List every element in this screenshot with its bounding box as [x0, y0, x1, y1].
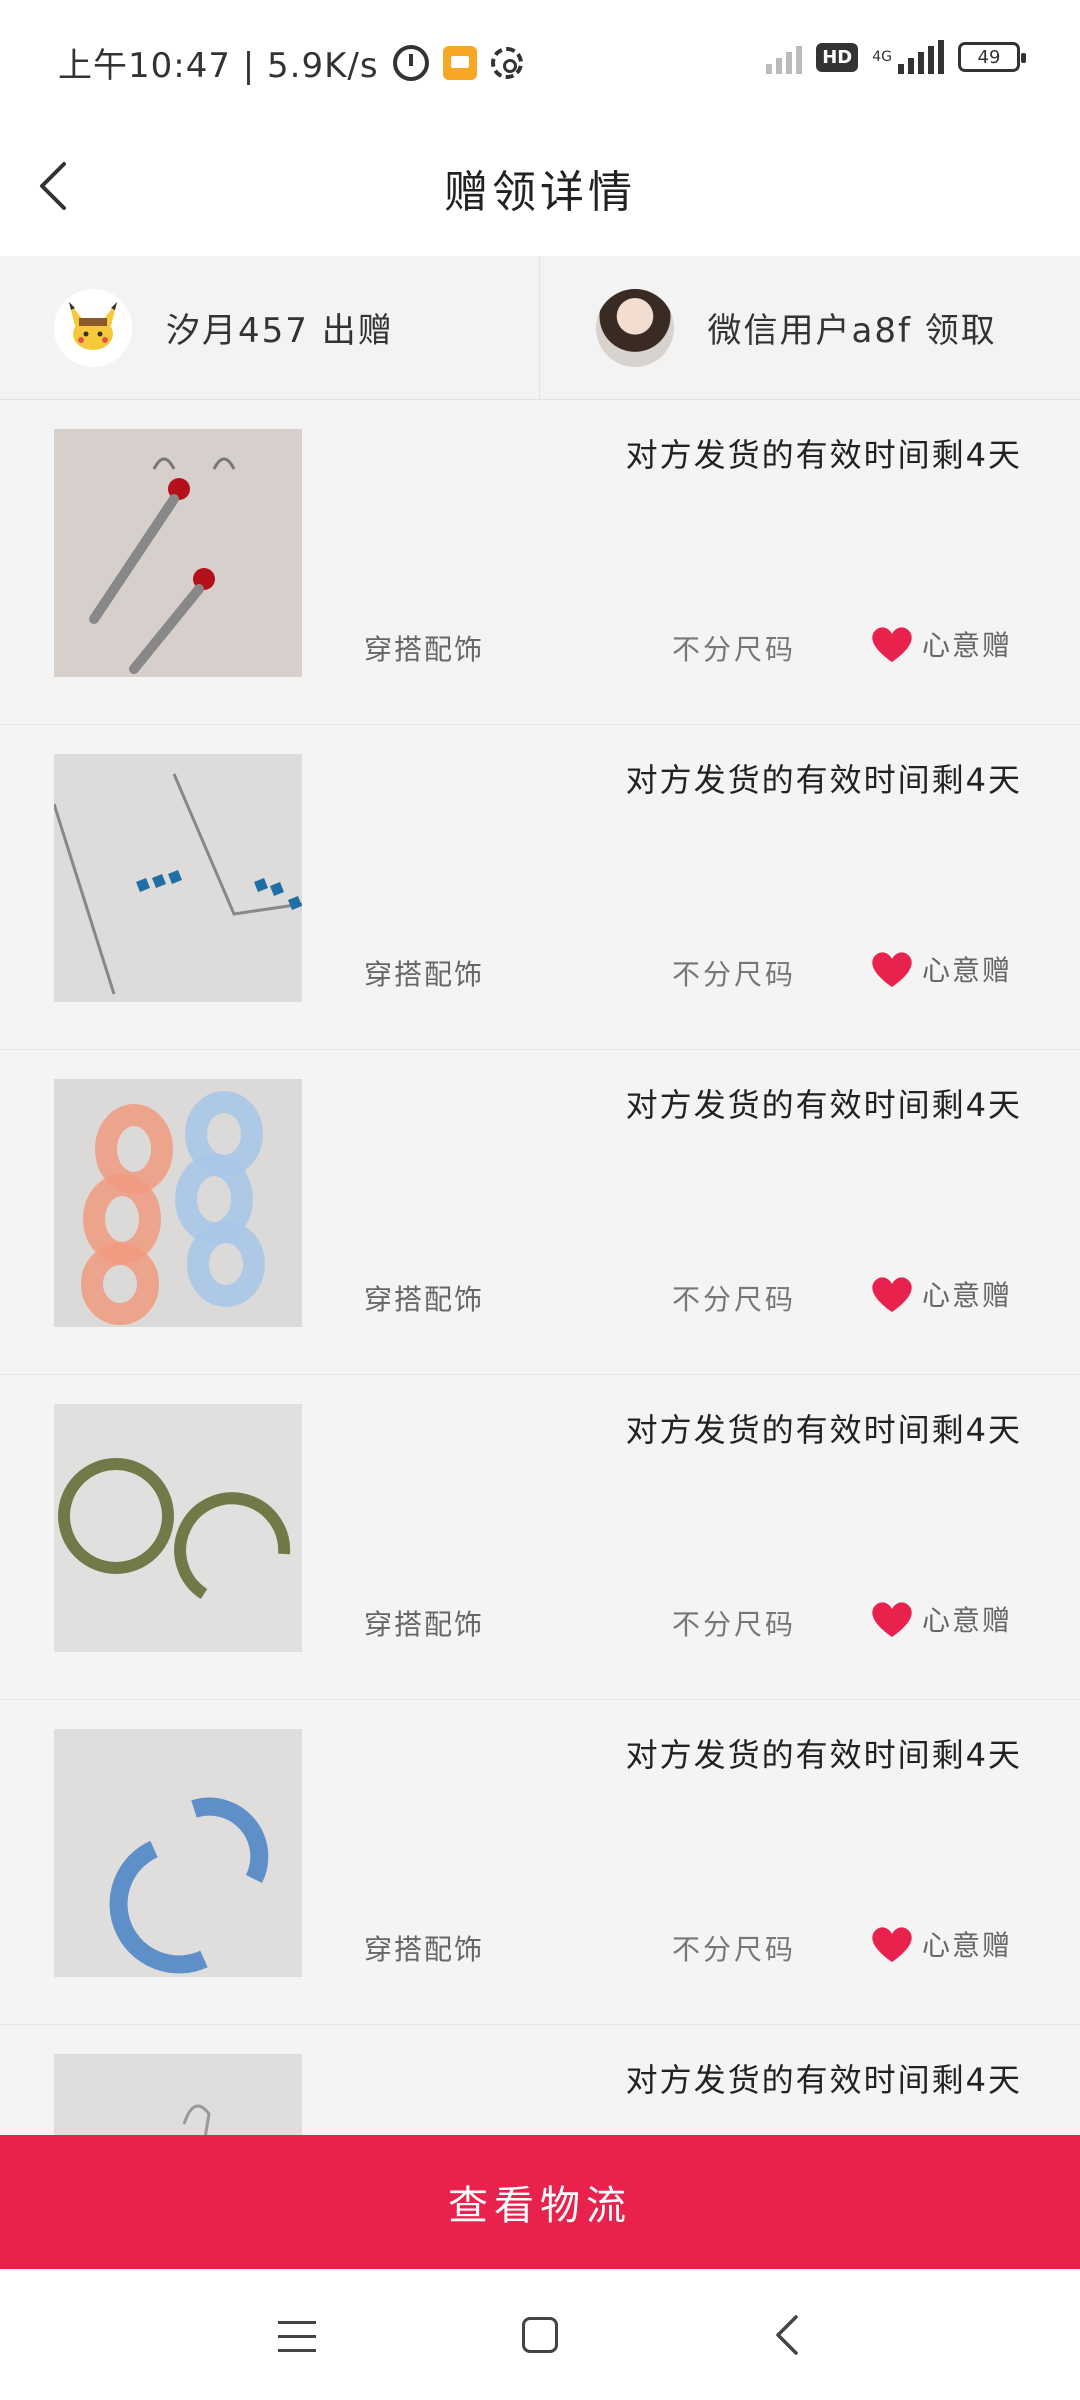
item-tag: 心意赠: [870, 1924, 1012, 1964]
item-tag: 心意赠: [870, 1599, 1012, 1639]
pikachu-avatar-icon: [69, 301, 117, 350]
alarm-icon: [392, 44, 429, 81]
list-item[interactable]: 对方发货的有效时间剩4天 穿搭配饰 不分尺码 心意赠: [0, 725, 1080, 1050]
menu-icon[interactable]: [278, 2321, 316, 2353]
system-nav-bar: [0, 2269, 1080, 2400]
message-icon: [442, 45, 477, 80]
receiver-label: 微信用户a8f 领取: [707, 311, 997, 351]
hook-earrings-image: [54, 2054, 302, 2135]
list-item[interactable]: 对方发货的有效时间剩4天 穿搭配饰 不分尺码 心意赠: [0, 1375, 1080, 1700]
item-tag: 心意赠: [870, 1274, 1012, 1314]
item-image: [54, 754, 302, 1002]
feather-earrings-image: [54, 429, 302, 677]
item-tag-label: 心意赠: [922, 1929, 1013, 1962]
item-category: 穿搭配饰: [364, 1283, 485, 1316]
item-title: 对方发货的有效时间剩4天: [625, 1411, 1022, 1449]
item-tag-label: 心意赠: [922, 1279, 1013, 1312]
item-category: 穿搭配饰: [364, 1608, 485, 1641]
item-category: 穿搭配饰: [364, 958, 485, 991]
blue-hoop-earrings-image: [54, 1729, 302, 1977]
status-bar: 上午10:47 | 5.9K/s HD 4G 49: [0, 0, 1080, 120]
item-tag: 心意赠: [870, 624, 1012, 664]
back-icon[interactable]: [770, 2313, 810, 2357]
heart-icon: [872, 627, 912, 662]
item-tag-label: 心意赠: [922, 1604, 1013, 1637]
home-icon[interactable]: [522, 2317, 558, 2353]
item-image: [54, 1404, 302, 1652]
gear-icon: [490, 46, 523, 79]
hd-badge: HD: [816, 42, 859, 72]
item-size: 不分尺码: [672, 958, 797, 991]
signal-icon: [898, 40, 944, 74]
receiver-cell[interactable]: 微信用户a8f 领取: [538, 256, 1080, 399]
heart-icon: [872, 1277, 912, 1312]
item-size: 不分尺码: [672, 1608, 797, 1641]
status-right: HD 4G 49: [766, 40, 1026, 74]
item-image: [54, 2054, 302, 2135]
nav-bar: 赠领详情: [0, 120, 1080, 256]
gift-item-list: 对方发货的有效时间剩4天 穿搭配饰 不分尺码 心意赠 对方发货的有效时间剩4天 …: [0, 400, 1080, 2135]
list-item[interactable]: 对方发货的有效时间剩4天 穿搭配饰 不分尺码 心意赠: [0, 1700, 1080, 2025]
signal-weak-icon: [766, 40, 803, 74]
item-category: 穿搭配饰: [364, 1933, 485, 1966]
status-time-speed: 上午10:47 | 5.9K/s: [58, 46, 379, 86]
battery-icon: 49: [958, 42, 1026, 72]
list-item[interactable]: 对方发货的有效时间剩4天: [0, 2025, 1080, 2135]
page-title: 赠领详情: [444, 167, 636, 218]
item-title: 对方发货的有效时间剩4天: [625, 1086, 1022, 1124]
item-tag-label: 心意赠: [922, 629, 1013, 662]
blue-chain-earrings-image: [54, 754, 302, 1002]
item-size: 不分尺码: [672, 633, 797, 666]
status-left: 上午10:47 | 5.9K/s: [58, 38, 523, 87]
heart-icon: [872, 1927, 912, 1962]
giver-label: 汐月457 出赠: [166, 311, 394, 351]
acrylic-link-earrings-image: [54, 1079, 302, 1327]
list-item[interactable]: 对方发货的有效时间剩4天 穿搭配饰 不分尺码 心意赠: [0, 400, 1080, 725]
receiver-avatar: [595, 288, 674, 367]
item-category: 穿搭配饰: [364, 633, 485, 666]
item-image: [54, 1079, 302, 1327]
item-image: [54, 1729, 302, 1977]
list-item[interactable]: 对方发货的有效时间剩4天 穿搭配饰 不分尺码 心意赠: [0, 1050, 1080, 1375]
item-title: 对方发货的有效时间剩4天: [625, 2061, 1022, 2099]
item-title: 对方发货的有效时间剩4天: [625, 436, 1022, 474]
heart-icon: [872, 952, 912, 987]
green-hoop-earrings-image: [54, 1404, 302, 1652]
view-logistics-button[interactable]: 查看物流: [0, 2135, 1080, 2269]
gift-parties: 汐月457 出赠 微信用户a8f 领取: [0, 256, 1080, 400]
item-tag-label: 心意赠: [922, 954, 1013, 987]
item-size: 不分尺码: [672, 1933, 797, 1966]
network-type: 4G: [872, 49, 892, 65]
giver-avatar: [54, 288, 132, 367]
item-image: [54, 429, 302, 677]
item-title: 对方发货的有效时间剩4天: [625, 761, 1022, 799]
heart-icon: [872, 1602, 912, 1637]
item-tag: 心意赠: [870, 949, 1012, 989]
item-title: 对方发货的有效时间剩4天: [625, 1736, 1022, 1774]
item-size: 不分尺码: [672, 1283, 797, 1316]
giver-cell[interactable]: 汐月457 出赠: [0, 256, 539, 399]
